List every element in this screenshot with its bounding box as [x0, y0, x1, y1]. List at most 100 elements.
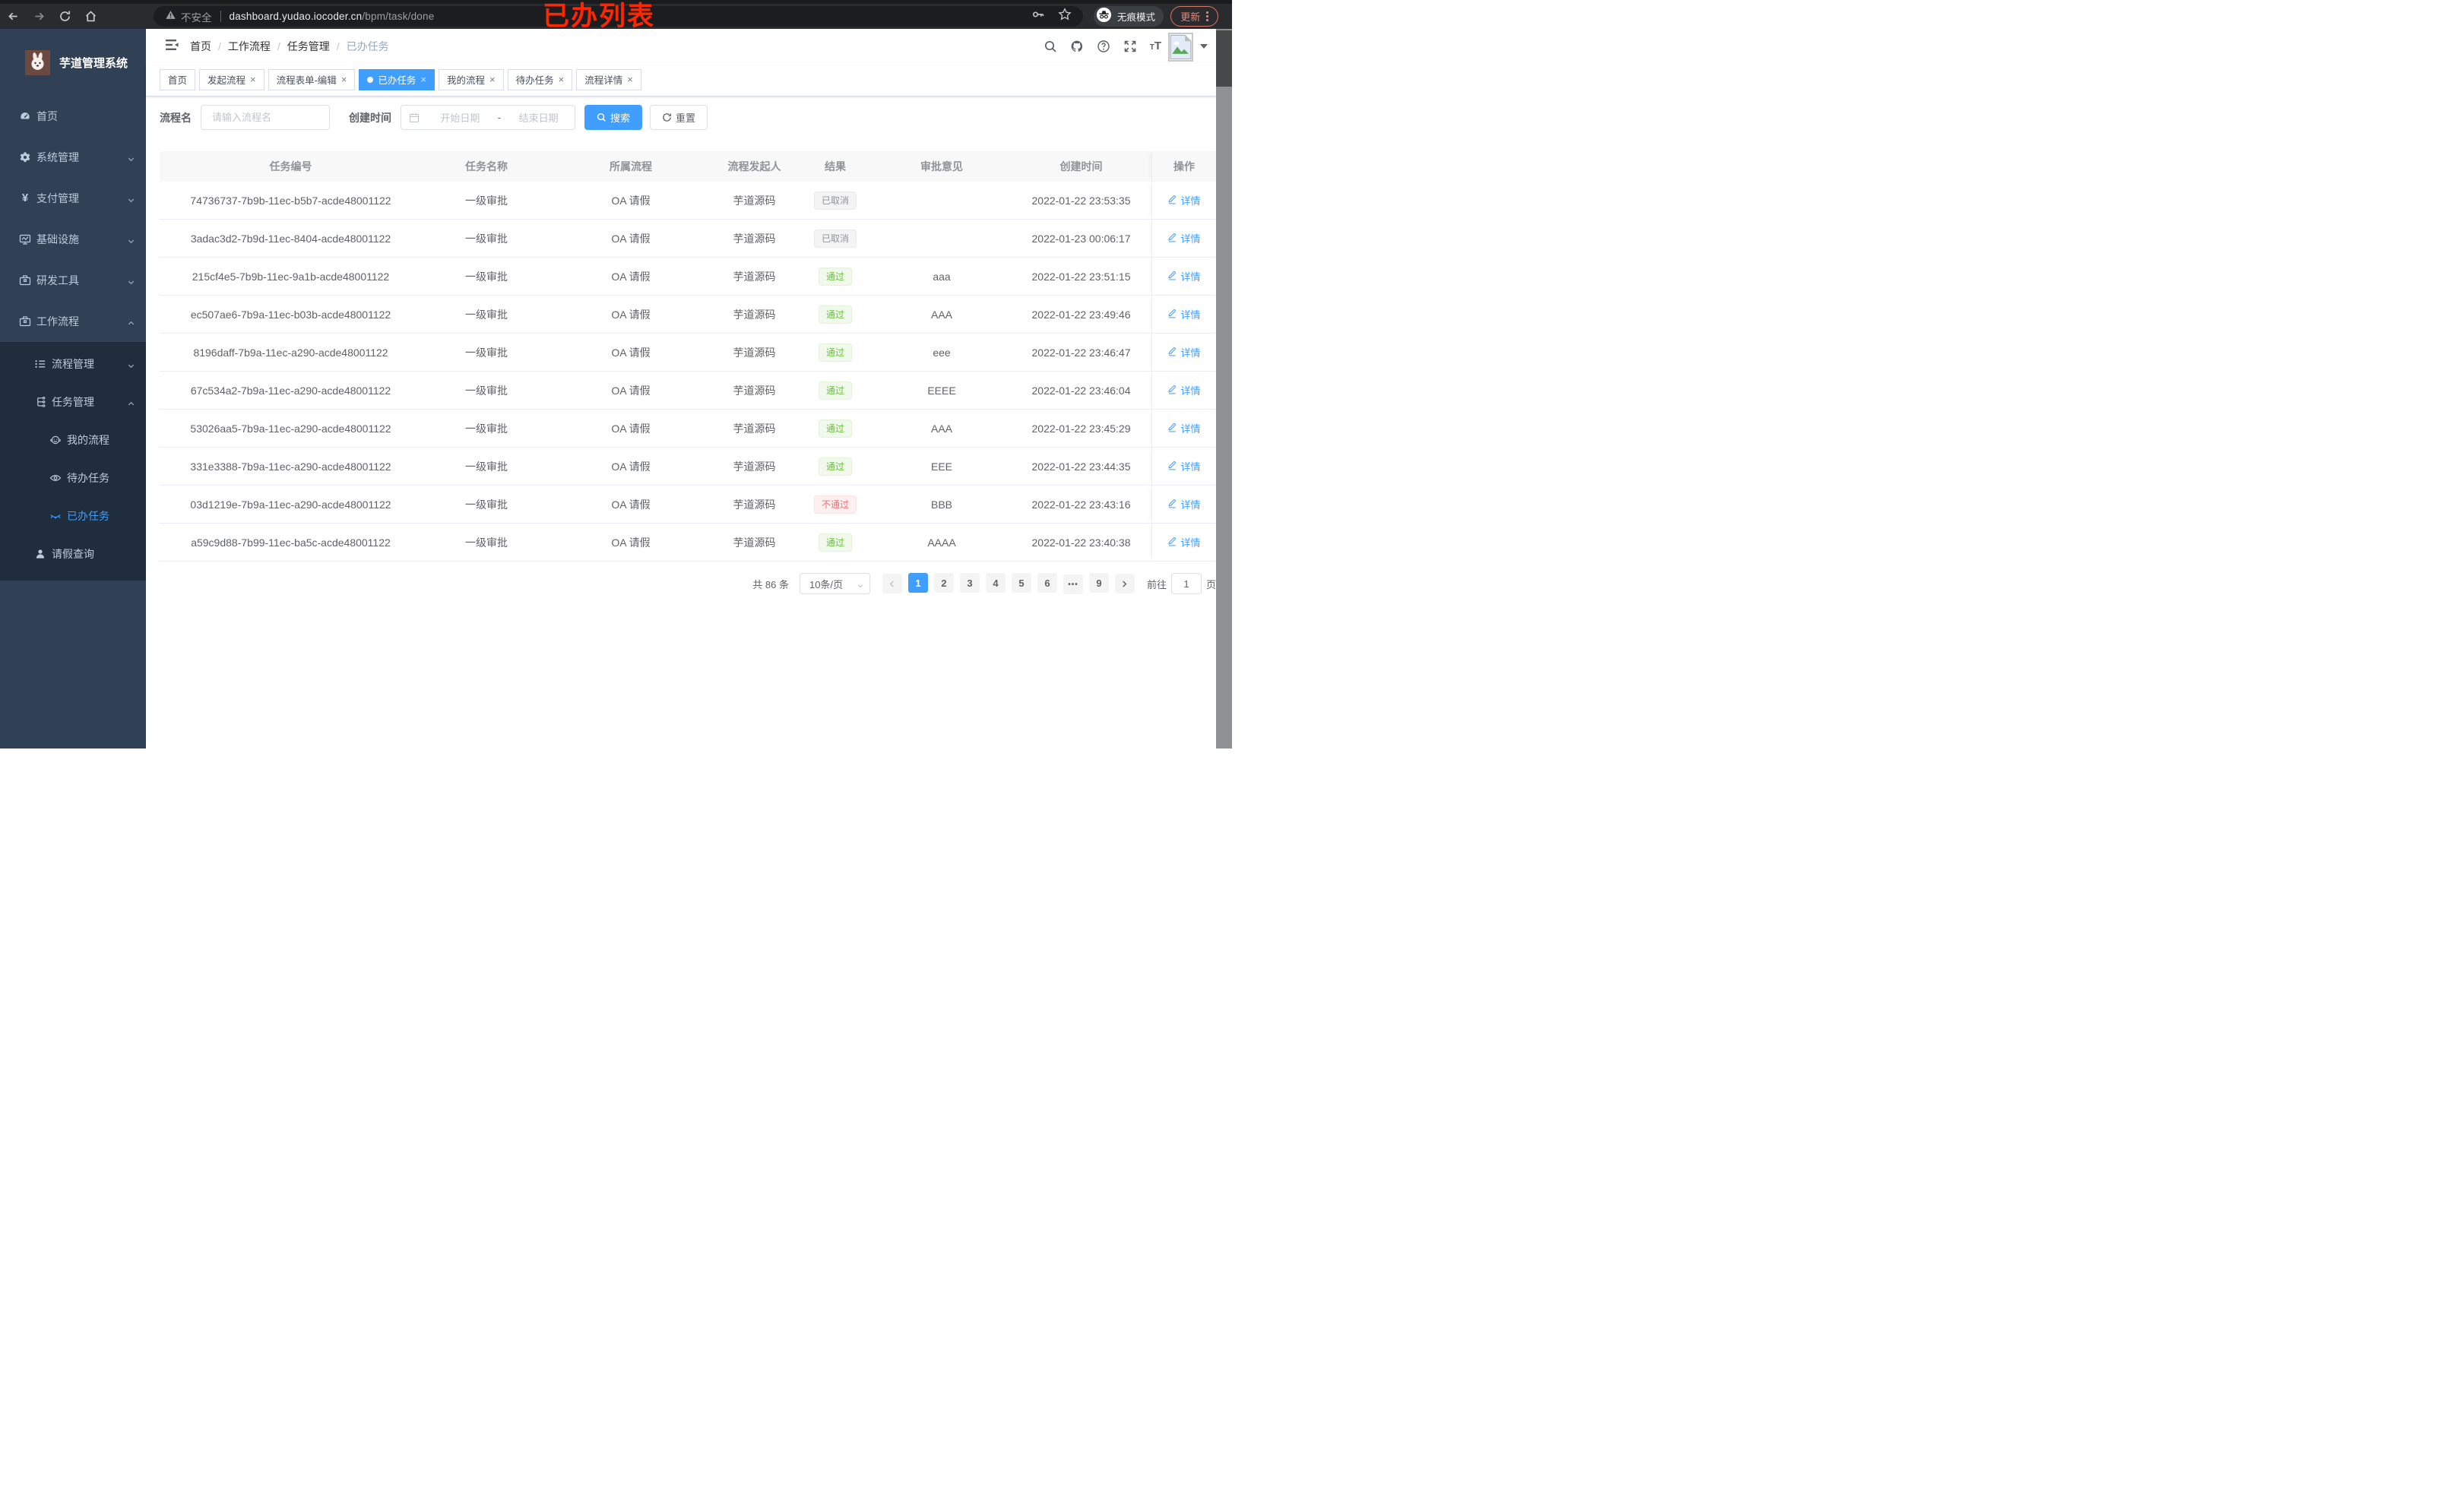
password-key-icon[interactable]	[1031, 8, 1045, 25]
sidebar-item-home[interactable]: 首页	[0, 96, 146, 137]
scrollbar-thumb[interactable]	[1216, 30, 1232, 87]
page-size-select[interactable]: 10条/页	[799, 573, 870, 594]
cell-comment: eee	[873, 334, 1011, 372]
detail-link[interactable]: 详情	[1167, 535, 1201, 549]
cell-process: OA 请假	[551, 220, 711, 258]
eye-closed-icon	[49, 510, 62, 522]
done-task-table: 任务编号 任务名称 所属流程 流程发起人 结果 审批意见 创建时间 操作 74736737-7…	[160, 151, 1216, 562]
cell-create-time: 2022-01-23 00:06:17	[1011, 220, 1151, 258]
breadcrumb-task-management[interactable]: 任务管理	[287, 39, 330, 54]
detail-link[interactable]: 详情	[1167, 421, 1201, 435]
avatar[interactable]	[1168, 33, 1193, 62]
page-button-4[interactable]: 4	[985, 573, 1006, 593]
end-date-placeholder[interactable]: 结束日期	[502, 110, 575, 125]
detail-link[interactable]: 详情	[1167, 193, 1201, 207]
breadcrumb-workflow[interactable]: 工作流程	[228, 39, 271, 54]
table-row: 3adac3d2-7b9d-11ec-8404-acde48001122 一级审批…	[160, 220, 1216, 258]
browser-back-icon[interactable]	[0, 6, 26, 27]
status-badge: 已取消	[813, 229, 857, 248]
breadcrumb-home[interactable]: 首页	[190, 39, 211, 54]
date-range-picker[interactable]: 开始日期 - 结束日期	[401, 105, 575, 130]
sidebar-fold-icon[interactable]	[165, 38, 180, 53]
page-button-9[interactable]: 9	[1088, 573, 1109, 593]
sidebar-item-todo-task[interactable]: 待办任务	[0, 459, 146, 497]
close-icon[interactable]: ×	[250, 74, 256, 84]
prev-page-button[interactable]	[882, 574, 902, 593]
page-button-1[interactable]: 1	[907, 573, 928, 593]
process-name-input[interactable]	[211, 111, 320, 124]
browser-menu-icon[interactable]	[1206, 11, 1208, 21]
detail-link[interactable]: 详情	[1167, 307, 1201, 321]
browser-forward-icon[interactable]	[26, 6, 52, 27]
address-bar[interactable]: 不安全 dashboard.yudao.iocoder.cn/bpm/task/…	[154, 6, 1083, 27]
detail-link[interactable]: 详情	[1167, 231, 1201, 245]
detail-link[interactable]: 详情	[1167, 383, 1201, 397]
avatar-dropdown-icon[interactable]	[1200, 44, 1208, 49]
tab-流程详情[interactable]: 流程详情 ×	[576, 68, 641, 90]
sidebar-item-task-management[interactable]: 任务管理	[0, 383, 146, 421]
sidebar-item-process-management[interactable]: 流程管理	[0, 345, 146, 383]
cell-actions: 详情	[1151, 524, 1216, 561]
github-icon[interactable]	[1070, 39, 1085, 53]
cell-actions: 详情	[1151, 182, 1216, 220]
fullscreen-icon[interactable]	[1123, 39, 1138, 53]
page-button-3[interactable]: 3	[959, 573, 980, 593]
cell-actions: 详情	[1151, 220, 1216, 258]
sidebar-item-dev-tools[interactable]: 研发工具	[0, 260, 146, 301]
detail-link[interactable]: 详情	[1167, 459, 1201, 473]
not-secure-label[interactable]: 不安全	[181, 9, 212, 24]
font-size-icon[interactable]: TT	[1150, 40, 1161, 52]
detail-link[interactable]: 详情	[1167, 345, 1201, 359]
cell-create-time: 2022-01-22 23:46:04	[1011, 372, 1151, 410]
header-search-icon[interactable]	[1044, 39, 1058, 53]
page-button-6[interactable]: 6	[1037, 573, 1057, 593]
cell-task-id: 03d1219e-7b9a-11ec-a290-acde48001122	[160, 486, 422, 524]
search-button[interactable]: 搜索	[584, 105, 643, 130]
sidebar-item-leave-query[interactable]: 请假查询	[0, 535, 146, 573]
cell-actions: 详情	[1151, 410, 1216, 448]
column-header: 创建时间	[1011, 151, 1151, 182]
tab-待办任务[interactable]: 待办任务 ×	[507, 68, 573, 90]
close-icon[interactable]: ×	[341, 74, 347, 84]
sidebar-item-done-task[interactable]: 已办任务	[0, 497, 146, 535]
close-icon[interactable]: ×	[489, 74, 496, 84]
close-icon[interactable]: ×	[627, 74, 633, 84]
page-button-2[interactable]: 2	[933, 573, 954, 593]
sidebar-item-workflow[interactable]: 工作流程	[0, 301, 146, 342]
sidebar-item-payment-management[interactable]: ¥ 支付管理	[0, 178, 146, 219]
pen-icon	[1167, 347, 1177, 359]
reset-button[interactable]: 重置	[650, 105, 708, 130]
close-icon[interactable]: ×	[420, 74, 426, 84]
sidebar-item-my-process[interactable]: 我的流程	[0, 421, 146, 459]
tab-发起流程[interactable]: 发起流程 ×	[199, 68, 264, 90]
detail-link[interactable]: 详情	[1167, 269, 1201, 283]
goto-page-input[interactable]	[1170, 573, 1202, 594]
browser-update-button[interactable]: 更新	[1170, 6, 1218, 27]
page-button-5[interactable]: 5	[1011, 573, 1031, 593]
status-badge: 不通过	[813, 495, 857, 514]
update-label[interactable]: 更新	[1180, 9, 1200, 24]
cell-task-id: ec507ae6-7b9a-11ec-b03b-acde48001122	[160, 296, 422, 334]
tab-首页[interactable]: 首页	[160, 68, 196, 90]
sidebar-item-infrastructure[interactable]: 基础设施	[0, 219, 146, 260]
close-icon[interactable]: ×	[559, 74, 565, 84]
url-path: /bpm/task/done	[362, 11, 435, 22]
tab-我的流程[interactable]: 我的流程 ×	[439, 68, 504, 90]
sidebar-logo-row[interactable]: 芋道管理系统	[0, 29, 146, 96]
tab-流程表单-编辑[interactable]: 流程表单-编辑 ×	[268, 68, 356, 90]
process-name-label: 流程名	[160, 111, 192, 124]
cell-result: 已取消	[798, 182, 873, 220]
tab-已办任务[interactable]: 已办任务 ×	[359, 68, 435, 90]
page-ellipsis[interactable]: •••	[1063, 574, 1083, 594]
sidebar-item-system-management[interactable]: 系统管理	[0, 137, 146, 178]
detail-link[interactable]: 详情	[1167, 497, 1201, 511]
help-icon[interactable]	[1097, 39, 1111, 53]
browser-home-icon[interactable]	[78, 6, 103, 27]
start-date-placeholder[interactable]: 开始日期	[424, 110, 496, 125]
active-dot	[367, 76, 374, 83]
next-page-button[interactable]	[1114, 574, 1135, 593]
scrollbar[interactable]	[1216, 29, 1232, 748]
cell-process: OA 请假	[551, 372, 711, 410]
browser-reload-icon[interactable]	[52, 6, 78, 27]
bookmark-star-icon[interactable]	[1058, 8, 1072, 25]
